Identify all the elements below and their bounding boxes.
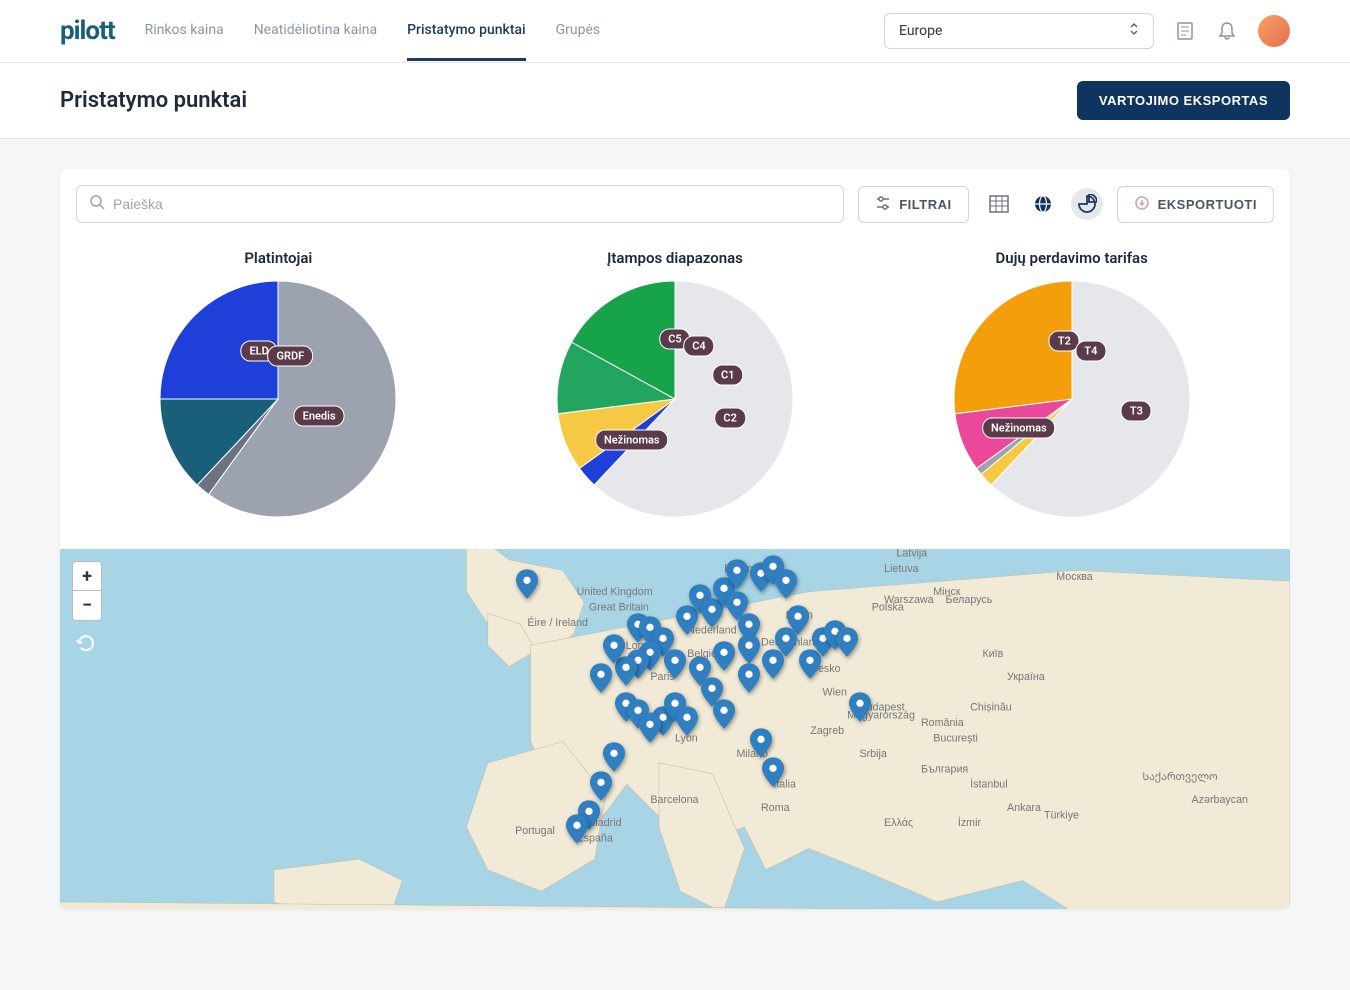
map-label: Wien — [823, 686, 847, 698]
sliders-icon — [875, 195, 891, 214]
map-marker[interactable] — [726, 559, 748, 589]
map-marker[interactable] — [750, 728, 772, 758]
map-label: Chișinău — [970, 702, 1012, 714]
map-marker[interactable] — [762, 649, 784, 679]
map-marker[interactable] — [713, 641, 735, 671]
map-marker[interactable] — [639, 713, 661, 743]
map-marker[interactable] — [738, 634, 760, 664]
region-select[interactable]: Europe — [884, 13, 1154, 49]
logo: pilott — [60, 16, 115, 46]
chevron-updown-icon — [1129, 22, 1139, 40]
map-marker[interactable] — [738, 663, 760, 693]
search-icon — [89, 194, 105, 214]
pie-label: C4 — [683, 336, 714, 357]
map-label: Lietuva — [884, 563, 919, 575]
map-label: Türkiye — [1044, 810, 1079, 822]
map-label: Україна — [1007, 671, 1045, 683]
avatar[interactable] — [1258, 15, 1290, 47]
map-label: Ankara — [1007, 802, 1041, 814]
map-marker[interactable] — [603, 742, 625, 772]
map-label: Ελλάς — [884, 817, 913, 829]
table-view-icon[interactable] — [983, 188, 1015, 220]
map[interactable]: United KingdomGreat BritainÉire / Irelan… — [60, 549, 1290, 909]
map-marker[interactable] — [849, 692, 871, 722]
zoom-out-button[interactable]: − — [72, 591, 102, 621]
map-label: Мінск — [933, 586, 961, 598]
chart-view-icon[interactable] — [1071, 188, 1103, 220]
map-marker[interactable] — [775, 569, 797, 599]
map-marker[interactable] — [516, 569, 538, 599]
pie-label: C2 — [714, 408, 745, 429]
map-label: Zagreb — [810, 725, 844, 737]
search-box[interactable] — [76, 185, 844, 223]
pie-label: C1 — [712, 365, 743, 386]
map-marker[interactable] — [566, 814, 588, 844]
map-label: България — [921, 763, 968, 775]
region-value: Europe — [899, 23, 942, 39]
nav-item[interactable]: Pristatymo punktai — [407, 2, 526, 61]
zoom-in-button[interactable]: + — [72, 561, 102, 591]
map-label: Latvija — [896, 549, 927, 560]
map-label: Საქართველო — [1142, 771, 1217, 783]
map-label: București — [933, 733, 978, 745]
map-label: Portugal — [515, 825, 555, 837]
main-nav: Rinkos kaina Neatidėliotina kaina Pristaty… — [145, 2, 884, 61]
filters-button[interactable]: FILTRAI — [858, 186, 968, 223]
chart-title: Įtampos diapazonas — [555, 249, 795, 267]
pie-chart: T2T4T3Nežinomas — [952, 279, 1192, 519]
map-label: İstanbul — [970, 778, 1007, 791]
map-label: Éire / Ireland — [527, 616, 588, 629]
nav-item[interactable]: Neatidėliotina kaina — [254, 2, 377, 61]
map-marker[interactable] — [664, 649, 686, 679]
map-marker[interactable] — [590, 771, 612, 801]
map-label: Barcelona — [650, 794, 698, 806]
map-label: Москва — [1056, 571, 1093, 583]
search-input[interactable] — [113, 196, 831, 212]
map-label: Srbija — [859, 748, 886, 760]
export-consumption-button[interactable]: VARTOJIMO EKSPORTAS — [1077, 81, 1290, 120]
map-marker[interactable] — [762, 757, 784, 787]
bell-icon[interactable] — [1216, 20, 1238, 42]
document-icon[interactable] — [1174, 20, 1196, 42]
globe-view-icon[interactable] — [1027, 188, 1059, 220]
page-title: Pristatymo punktai — [60, 88, 247, 113]
refresh-map-icon[interactable] — [76, 633, 96, 657]
pie-label: Enedis — [294, 405, 345, 426]
nav-item[interactable]: Grupės — [556, 2, 601, 61]
filters-label: FILTRAI — [899, 197, 951, 212]
pie-label: GRDF — [267, 345, 313, 366]
map-marker[interactable] — [603, 634, 625, 664]
map-label: Київ — [982, 648, 1003, 660]
export-label: EKSPORTUOTI — [1158, 197, 1257, 212]
nav-item[interactable]: Rinkos kaina — [145, 2, 224, 61]
map-svg: United KingdomGreat BritainÉire / Irelan… — [60, 549, 1290, 909]
pie-label: Nežinomas — [595, 429, 669, 450]
pie-label: Nežinomas — [982, 417, 1056, 438]
pie-chart: C5C4C1C2Nežinomas — [555, 279, 795, 519]
pie-chart: ELDGRDFEnedis — [158, 279, 398, 519]
map-label: Warszawa — [884, 594, 934, 606]
map-label: România — [921, 717, 964, 729]
map-marker[interactable] — [590, 663, 612, 693]
map-marker[interactable] — [676, 706, 698, 736]
export-button[interactable]: EKSPORTUOTI — [1117, 186, 1274, 223]
chart-title: Dujų perdavimo tarifas — [952, 249, 1192, 267]
map-label: Roma — [761, 802, 790, 814]
map-label: United Kingdom — [577, 586, 653, 598]
map-label: İzmir — [958, 816, 982, 829]
map-marker[interactable] — [713, 699, 735, 729]
map-marker[interactable] — [836, 627, 858, 657]
pie-label: T3 — [1121, 401, 1152, 422]
download-icon — [1134, 195, 1150, 214]
pie-label: T4 — [1075, 341, 1106, 362]
chart-title: Platintojai — [158, 249, 398, 267]
map-label: Azərbaycan — [1192, 794, 1248, 806]
